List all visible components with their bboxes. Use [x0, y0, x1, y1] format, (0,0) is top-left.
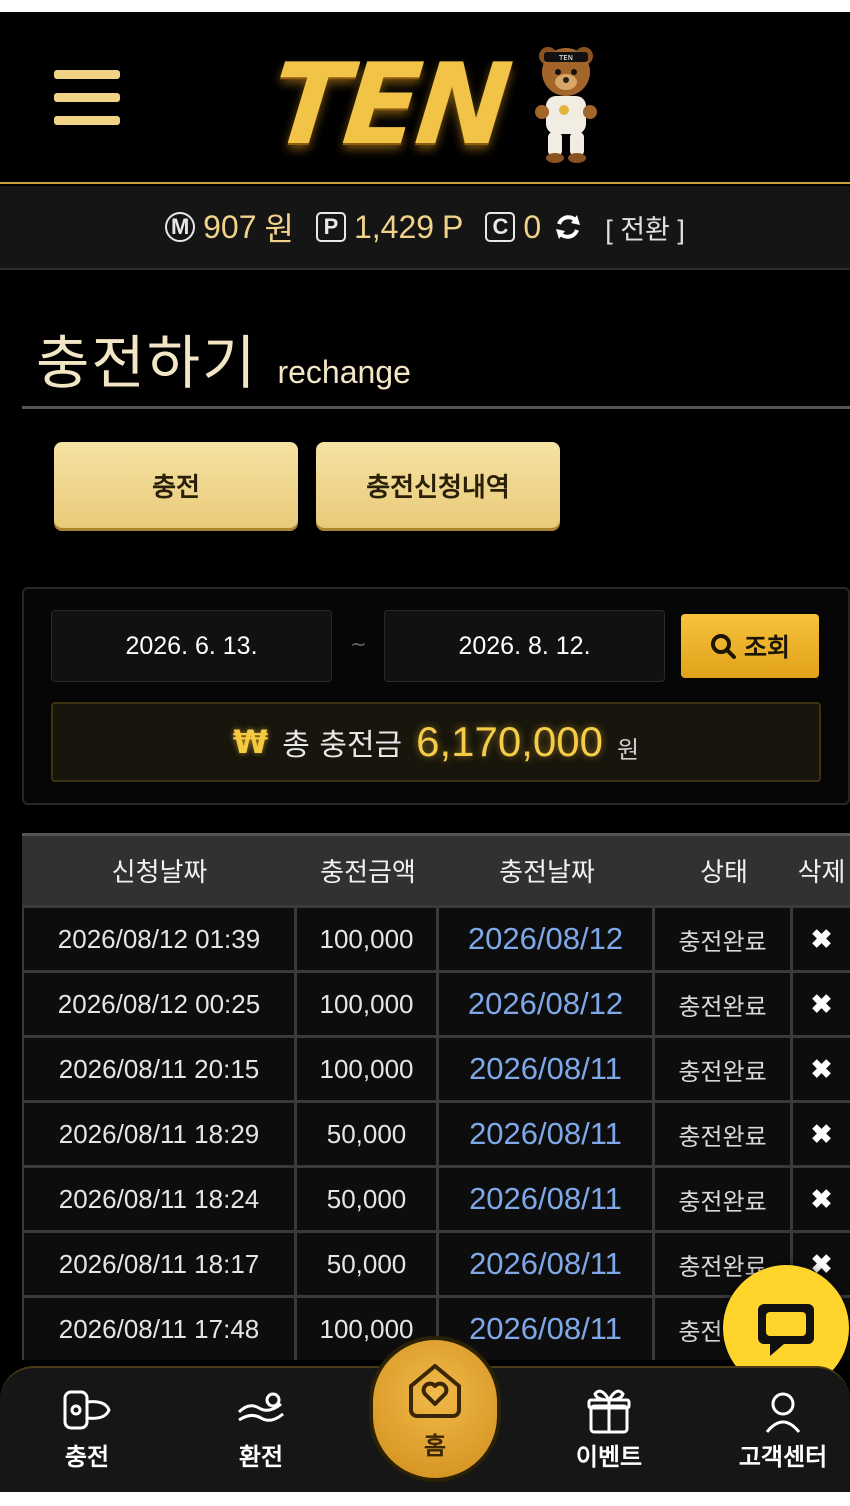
header-amount: 충전금액: [320, 858, 416, 888]
nav-charge-label: 충전: [64, 1443, 110, 1471]
requested-date-cell: 2026/08/12 00:25: [22, 973, 297, 1035]
header-status: 상태: [700, 858, 748, 888]
delete-icon[interactable]: ✖: [793, 973, 850, 1035]
nav-exchange-label: 환전: [238, 1443, 284, 1471]
point-badge-icon: P: [315, 212, 346, 242]
charge-history-table: 신청날짜 충전금액 충전날짜 상태 삭제 2026/08/12 01:39 10…: [22, 833, 850, 1360]
delete-icon[interactable]: ✖: [793, 1103, 850, 1165]
amount-cell: 50,000: [297, 1233, 439, 1295]
status-cell: 충전완료: [655, 1103, 793, 1165]
coin-balance: C 0: [485, 209, 541, 246]
tab-charge[interactable]: 충전: [54, 442, 298, 528]
home-icon: [409, 1363, 461, 1418]
table-row: 2026/08/12 00:25 100,000 2026/08/12 충전완료…: [22, 970, 850, 1035]
bear-mascot-icon: TEN: [535, 47, 597, 163]
date-from-input[interactable]: 2026. 6. 13.: [51, 610, 332, 682]
switch-button[interactable]: [ 전환 ]: [605, 208, 685, 247]
site-header: TEN TEN: [0, 12, 850, 184]
amount-cell: 100,000: [297, 973, 439, 1035]
search-icon: [710, 634, 736, 659]
charged-date-cell: 2026/08/12: [439, 908, 655, 970]
delete-icon[interactable]: ✖: [793, 1038, 850, 1100]
support-icon: [765, 1392, 801, 1433]
delete-icon[interactable]: ✖: [793, 908, 850, 970]
charged-date-cell: 2026/08/11: [439, 1168, 655, 1230]
site-logo[interactable]: TEN TEN: [265, 34, 602, 174]
charge-icon: [63, 1390, 111, 1430]
table-row: 2026/08/11 18:24 50,000 2026/08/11 충전완료 …: [22, 1165, 850, 1230]
won-icon: ₩: [232, 723, 269, 761]
requested-date-cell: 2026/08/11 20:15: [22, 1038, 297, 1100]
status-cell: 충전완료: [655, 908, 793, 970]
charged-date-cell: 2026/08/12: [439, 973, 655, 1035]
amount-cell: 50,000: [297, 1168, 439, 1230]
header-delete: 삭제: [797, 858, 846, 888]
table-row: 2026/08/12 01:39 100,000 2026/08/12 충전완료…: [22, 905, 850, 970]
charged-date-cell: 2026/08/11: [439, 1233, 655, 1295]
status-cell: 충전완료: [655, 1038, 793, 1100]
refresh-icon[interactable]: [553, 212, 583, 242]
bear-cap-text: TEN: [558, 54, 573, 62]
nav-home[interactable]: 홈: [369, 1336, 501, 1482]
total-label: 총 충전금: [282, 728, 403, 763]
total-unit: 원: [617, 735, 640, 764]
exchange-icon: [237, 1392, 284, 1422]
tab-charge-history[interactable]: 충전신청내역: [316, 442, 560, 528]
requested-date-cell: 2026/08/12 01:39: [22, 908, 297, 970]
chat-icon: [758, 1304, 814, 1356]
table-row: 2026/08/11 18:17 50,000 2026/08/11 충전완료 …: [22, 1230, 850, 1295]
gift-icon: [587, 1389, 631, 1434]
table-row: 2026/08/11 20:15 100,000 2026/08/11 충전완료…: [22, 1035, 850, 1100]
page-title-sub: rechange: [277, 354, 411, 390]
header-charged-date: 충전날짜: [499, 858, 595, 888]
total-amount: 6,170,000: [416, 718, 603, 765]
money-value: 907: [203, 208, 257, 245]
nav-charge[interactable]: 충전: [2, 1368, 172, 1494]
coin-badge-icon: C: [485, 212, 516, 242]
nav-home-label: 홈: [423, 1431, 447, 1460]
total-charge-summary: ₩ 총 충전금 6,170,000 원: [51, 702, 821, 782]
charged-date-cell: 2026/08/11: [439, 1038, 655, 1100]
requested-date-cell: 2026/08/11 18:29: [22, 1103, 297, 1165]
delete-icon[interactable]: ✖: [793, 1168, 850, 1230]
title-divider: [22, 406, 850, 409]
balance-bar: M 907 원 P 1,429 P C 0 [ 전환 ]: [0, 186, 850, 270]
status-cell: 충전완료: [655, 1168, 793, 1230]
money-unit: 원: [264, 211, 294, 247]
charged-date-cell: 2026/08/11: [439, 1103, 655, 1165]
header-requested-date: 신청날짜: [111, 858, 208, 888]
amount-cell: 100,000: [297, 908, 439, 970]
amount-cell: 100,000: [297, 1038, 439, 1100]
search-button-label: 조회: [743, 633, 790, 662]
nav-event[interactable]: 이벤트: [524, 1368, 694, 1494]
page-title: 충전하기 rechange: [36, 316, 411, 400]
nav-event-label: 이벤트: [575, 1443, 643, 1471]
nav-exchange[interactable]: 환전: [176, 1368, 346, 1494]
coin-value: 0: [523, 208, 542, 245]
point-unit: P: [442, 208, 464, 245]
table-header: 신청날짜 충전금액 충전날짜 상태 삭제: [22, 833, 850, 905]
requested-date-cell: 2026/08/11 18:24: [22, 1168, 297, 1230]
point-balance: P 1,429 P: [315, 208, 464, 246]
point-value: 1,429: [353, 208, 435, 245]
requested-date-cell: 2026/08/11 18:17: [22, 1233, 297, 1295]
date-separator: ~: [350, 632, 367, 656]
requested-date-cell: 2026/08/11 17:48: [22, 1298, 297, 1360]
search-button[interactable]: 조회: [681, 614, 819, 678]
table-row: 2026/08/11 18:29 50,000 2026/08/11 충전완료 …: [22, 1100, 850, 1165]
status-bar-strip: [0, 0, 850, 12]
page-title-main: 충전하기: [36, 331, 258, 396]
system-bottom-bar: [0, 1492, 850, 1506]
menu-icon[interactable]: [54, 70, 120, 126]
nav-support-label: 고객센터: [738, 1443, 828, 1471]
status-cell: 충전완료: [655, 973, 793, 1035]
amount-cell: 50,000: [297, 1103, 439, 1165]
logo-text: TEN: [265, 40, 514, 170]
money-badge-icon: M: [165, 212, 196, 242]
money-balance: M 907 원: [165, 204, 294, 250]
date-to-input[interactable]: 2026. 8. 12.: [384, 610, 665, 682]
nav-support[interactable]: 고객센터: [698, 1368, 850, 1494]
